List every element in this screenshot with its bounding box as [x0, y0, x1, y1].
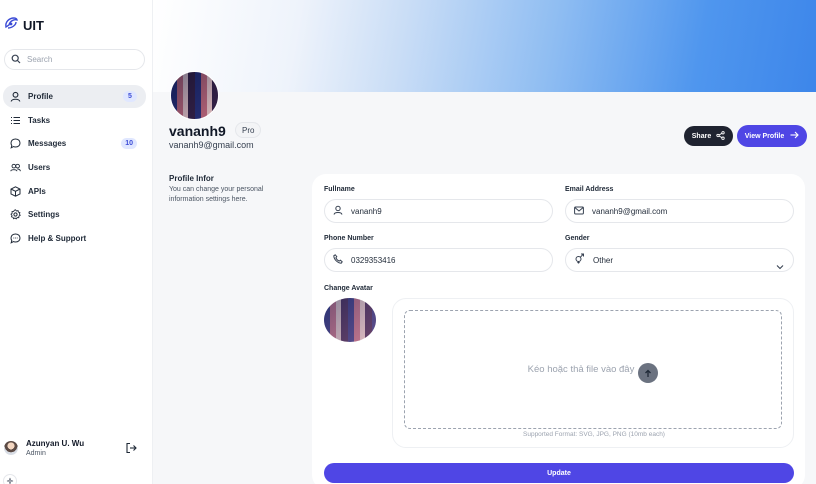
- count-badge: 5: [123, 91, 137, 102]
- gender-label: Gender: [565, 235, 590, 242]
- share-button[interactable]: Share: [684, 126, 733, 146]
- fullname-field[interactable]: [324, 199, 553, 223]
- logo-icon: [4, 16, 19, 35]
- sidebar-item-tasks[interactable]: Tasks: [3, 109, 146, 132]
- user-icon: [333, 202, 343, 220]
- user-role: Admin: [26, 450, 46, 457]
- help-chat-icon: [10, 233, 21, 244]
- sidebar-item-profile[interactable]: Profile 5: [3, 85, 146, 108]
- sidebar-item-settings[interactable]: Settings: [3, 203, 146, 226]
- chevron-down-icon: [776, 257, 784, 275]
- search-icon: [11, 51, 21, 69]
- view-profile-button[interactable]: View Profile: [737, 125, 807, 147]
- section-description: You can change your personal information…: [169, 186, 264, 203]
- sidebar-item-users[interactable]: Users: [3, 156, 146, 179]
- supported-format-text: Supported Format: SVG, JPG, PNG (10mb ea…: [523, 431, 665, 438]
- arrow-right-icon: [790, 131, 800, 141]
- avatar-label: Change Avatar: [324, 285, 373, 292]
- app-title: UIT: [23, 18, 44, 33]
- profile-email: vananh9@gmail.com: [169, 140, 254, 150]
- phone-label: Phone Number: [324, 235, 374, 242]
- profile-name: vananh9: [169, 123, 226, 139]
- profile-avatar: [170, 71, 219, 120]
- upload-card: Kéo hoặc thả file vào đây Supported Form…: [392, 298, 794, 448]
- user-card[interactable]: Azunyan U. Wu Admin: [4, 436, 144, 460]
- list-icon: [10, 115, 21, 126]
- theme-toggle-icon[interactable]: [3, 474, 17, 484]
- sidebar-item-label: Settings: [28, 210, 60, 220]
- search-input[interactable]: [27, 55, 127, 64]
- sidebar-item-apis[interactable]: APIs: [3, 180, 146, 203]
- search-box[interactable]: [4, 49, 145, 70]
- avatar: [4, 441, 18, 455]
- phone-input[interactable]: [351, 255, 521, 265]
- sidebar-item-help-support[interactable]: Help & Support: [3, 227, 146, 250]
- chat-icon: [10, 138, 21, 150]
- phone-icon: [333, 251, 343, 269]
- cover-banner: [153, 0, 816, 92]
- main-content: vananh9 Pro vananh9@gmail.com Share View…: [153, 0, 816, 484]
- current-avatar: [324, 298, 376, 342]
- user-icon: [10, 91, 21, 102]
- plan-badge: Pro: [235, 122, 262, 138]
- user-info: Azunyan U. Wu Admin: [26, 439, 84, 457]
- upload-icon[interactable]: [638, 362, 659, 383]
- share-icon: [716, 130, 725, 142]
- fullname-input[interactable]: [351, 206, 521, 216]
- gender-value: Other: [593, 255, 614, 265]
- gear-icon: [10, 209, 21, 220]
- sidebar-item-messages[interactable]: Messages 10: [3, 132, 146, 155]
- profile-form-card: Fullname Email Address Phone Number Gend…: [312, 174, 805, 484]
- sidebar-item-label: Tasks: [28, 115, 51, 125]
- gender-select[interactable]: Other: [565, 248, 794, 272]
- brand[interactable]: UIT: [4, 16, 44, 35]
- sidebar-item-label: Profile: [28, 92, 53, 101]
- sidebar-item-label: Messages: [28, 139, 67, 149]
- user-name: Azunyan U. Wu: [26, 439, 85, 448]
- sidebar-item-label: Help & Support: [28, 234, 87, 244]
- gender-icon: [574, 251, 585, 269]
- count-badge: 10: [121, 138, 137, 150]
- sidebar-item-label: APIs: [28, 186, 46, 196]
- sidebar-item-label: Users: [28, 163, 51, 173]
- sidebar: UIT Profile 5 Tasks Messages 10: [0, 0, 153, 484]
- drop-text: Kéo hoặc thả file vào đây: [527, 364, 635, 375]
- mail-icon: [574, 202, 584, 220]
- section-title: Profile Infor: [169, 174, 214, 183]
- file-dropzone[interactable]: Kéo hoặc thả file vào đây: [404, 310, 782, 429]
- view-profile-label: View Profile: [744, 132, 785, 140]
- fullname-label: Fullname: [324, 186, 355, 193]
- update-button[interactable]: Update: [324, 463, 794, 483]
- cube-icon: [10, 185, 21, 197]
- users-icon: [10, 162, 21, 173]
- sidebar-nav: Profile 5 Tasks Messages 10 Users APIs S…: [3, 85, 146, 251]
- logout-icon[interactable]: [125, 441, 137, 459]
- email-label: Email Address: [565, 186, 614, 193]
- share-label: Share: [691, 132, 712, 140]
- email-input[interactable]: [592, 206, 762, 216]
- email-field[interactable]: [565, 199, 794, 223]
- phone-field[interactable]: [324, 248, 553, 272]
